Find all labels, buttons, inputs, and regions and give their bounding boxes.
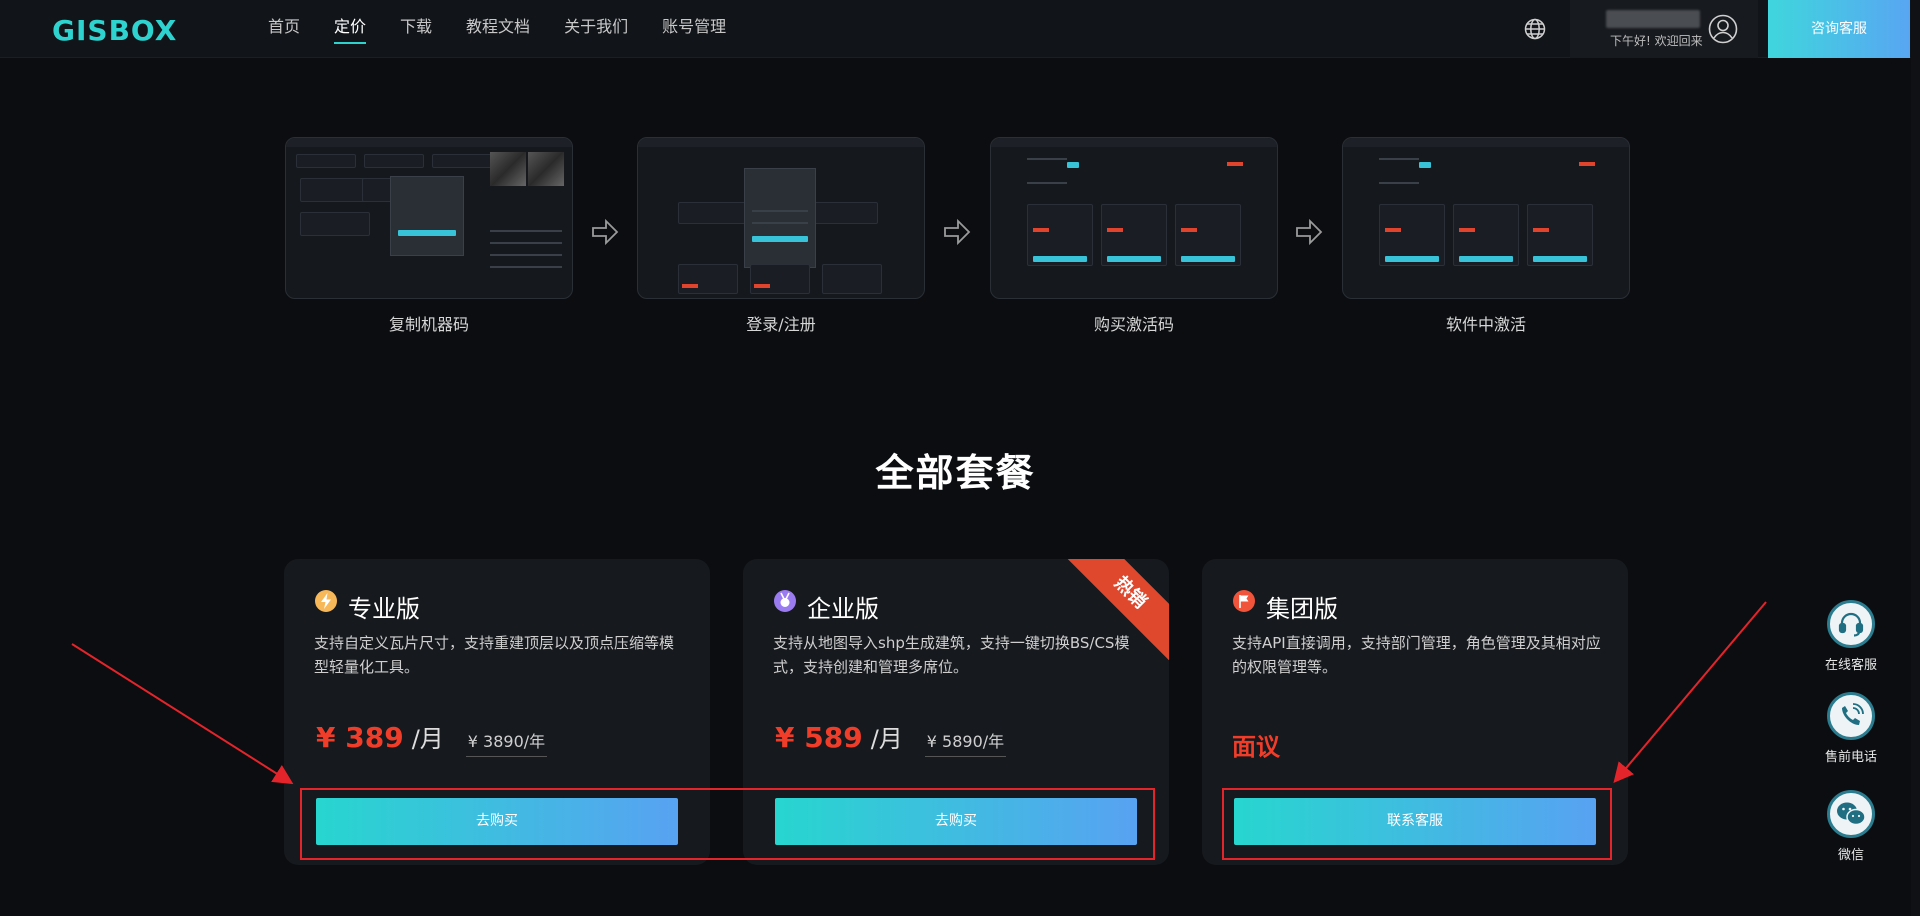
float-wechat[interactable]: 微信 xyxy=(1818,790,1884,863)
globe-icon[interactable] xyxy=(1523,17,1547,41)
step-activate-in-software: 软件中激活 xyxy=(1342,137,1630,335)
arrow-right-icon xyxy=(944,218,971,246)
float-icon-wrap xyxy=(1827,790,1875,838)
annotation-arrow-left xyxy=(71,643,294,785)
nav-home[interactable]: 首页 xyxy=(268,0,300,58)
phone-icon xyxy=(1842,703,1864,725)
price-row: ¥ 389 /月 ¥ 3890/年 xyxy=(316,719,548,757)
arrow-right-icon xyxy=(1296,218,1323,246)
lightning-icon xyxy=(315,590,337,612)
annotation-box-contact-button xyxy=(1222,788,1612,860)
float-label: 微信 xyxy=(1837,848,1864,863)
step-label: 购买激活码 xyxy=(1093,315,1174,334)
step-screenshot xyxy=(990,137,1278,299)
price-unit: /月 xyxy=(870,725,903,753)
wechat-icon xyxy=(1837,802,1866,826)
float-pre-sale-phone[interactable]: 售前电话 xyxy=(1818,692,1884,765)
gisbox-logo[interactable]: GISBOX xyxy=(52,14,177,47)
float-label: 在线客服 xyxy=(1824,658,1877,673)
user-panel[interactable]: 下午好! 欢迎回来 xyxy=(1570,0,1758,58)
step-login-register: 登录/注册 xyxy=(637,137,925,335)
price-unit: /月 xyxy=(411,725,444,753)
plan-description: 支持API直接调用，支持部门管理，角色管理及其相对应的权限管理等。 xyxy=(1232,634,1601,676)
monthly-price: ¥ 389 xyxy=(316,721,404,754)
consult-service-button[interactable]: 咨询客服 xyxy=(1768,0,1910,58)
step-copy-machine-code: 复制机器码 xyxy=(285,137,573,335)
step-label: 登录/注册 xyxy=(746,315,816,334)
step-screenshot xyxy=(1342,137,1630,299)
nav-pricing[interactable]: 定价 xyxy=(334,0,367,58)
plan-name: 专业版 xyxy=(348,595,420,623)
medal-icon xyxy=(774,590,796,612)
annotation-box-buy-buttons xyxy=(300,788,1155,860)
monthly-price: ¥ 589 xyxy=(775,721,863,754)
nav-download[interactable]: 下载 xyxy=(400,0,432,58)
arrow-right-icon xyxy=(592,218,619,246)
plan-description: 支持从地图导入shp生成建筑，支持一键切换BS/CS模式，支持创建和管理多席位。 xyxy=(773,634,1130,676)
top-header: GISBOX 首页 定价 下载 教程文档 关于我们 账号管理 下午好! 欢迎回来… xyxy=(0,0,1920,58)
step-screenshot xyxy=(285,137,573,299)
username-blurred xyxy=(1606,10,1700,28)
step-screenshot xyxy=(637,137,925,299)
section-title: 全部套餐 xyxy=(875,451,1036,495)
greeting-text: 下午好! 欢迎回来 xyxy=(1610,34,1703,48)
float-label: 售前电话 xyxy=(1824,750,1877,765)
plan-name: 企业版 xyxy=(807,595,879,623)
headset-icon xyxy=(1838,612,1864,637)
avatar-icon[interactable] xyxy=(1708,14,1738,44)
page-scrollbar[interactable] xyxy=(1911,0,1920,916)
step-label: 复制机器码 xyxy=(388,315,469,334)
yearly-price: ¥ 3890/年 xyxy=(465,728,548,757)
float-icon-wrap xyxy=(1827,600,1875,648)
step-buy-activation-code: 购买激活码 xyxy=(990,137,1278,335)
float-icon-wrap xyxy=(1827,692,1875,740)
step-label: 软件中激活 xyxy=(1445,315,1526,334)
annotation-arrow-right xyxy=(1613,601,1767,784)
nav-account[interactable]: 账号管理 xyxy=(662,0,726,58)
plan-name: 集团版 xyxy=(1266,595,1338,623)
price-row: ¥ 589 /月 ¥ 5890/年 xyxy=(775,719,1007,757)
negotiable-price: 面议 xyxy=(1232,733,1280,761)
main-nav: 首页 定价 下载 教程文档 关于我们 账号管理 xyxy=(268,0,760,58)
float-online-service[interactable]: 在线客服 xyxy=(1818,600,1884,673)
flag-icon xyxy=(1233,590,1255,612)
nav-docs[interactable]: 教程文档 xyxy=(466,0,530,58)
yearly-price: ¥ 5890/年 xyxy=(924,728,1007,757)
plan-description: 支持自定义瓦片尺寸，支持重建顶层以及顶点压缩等模型轻量化工具。 xyxy=(314,634,675,676)
nav-about[interactable]: 关于我们 xyxy=(564,0,628,58)
